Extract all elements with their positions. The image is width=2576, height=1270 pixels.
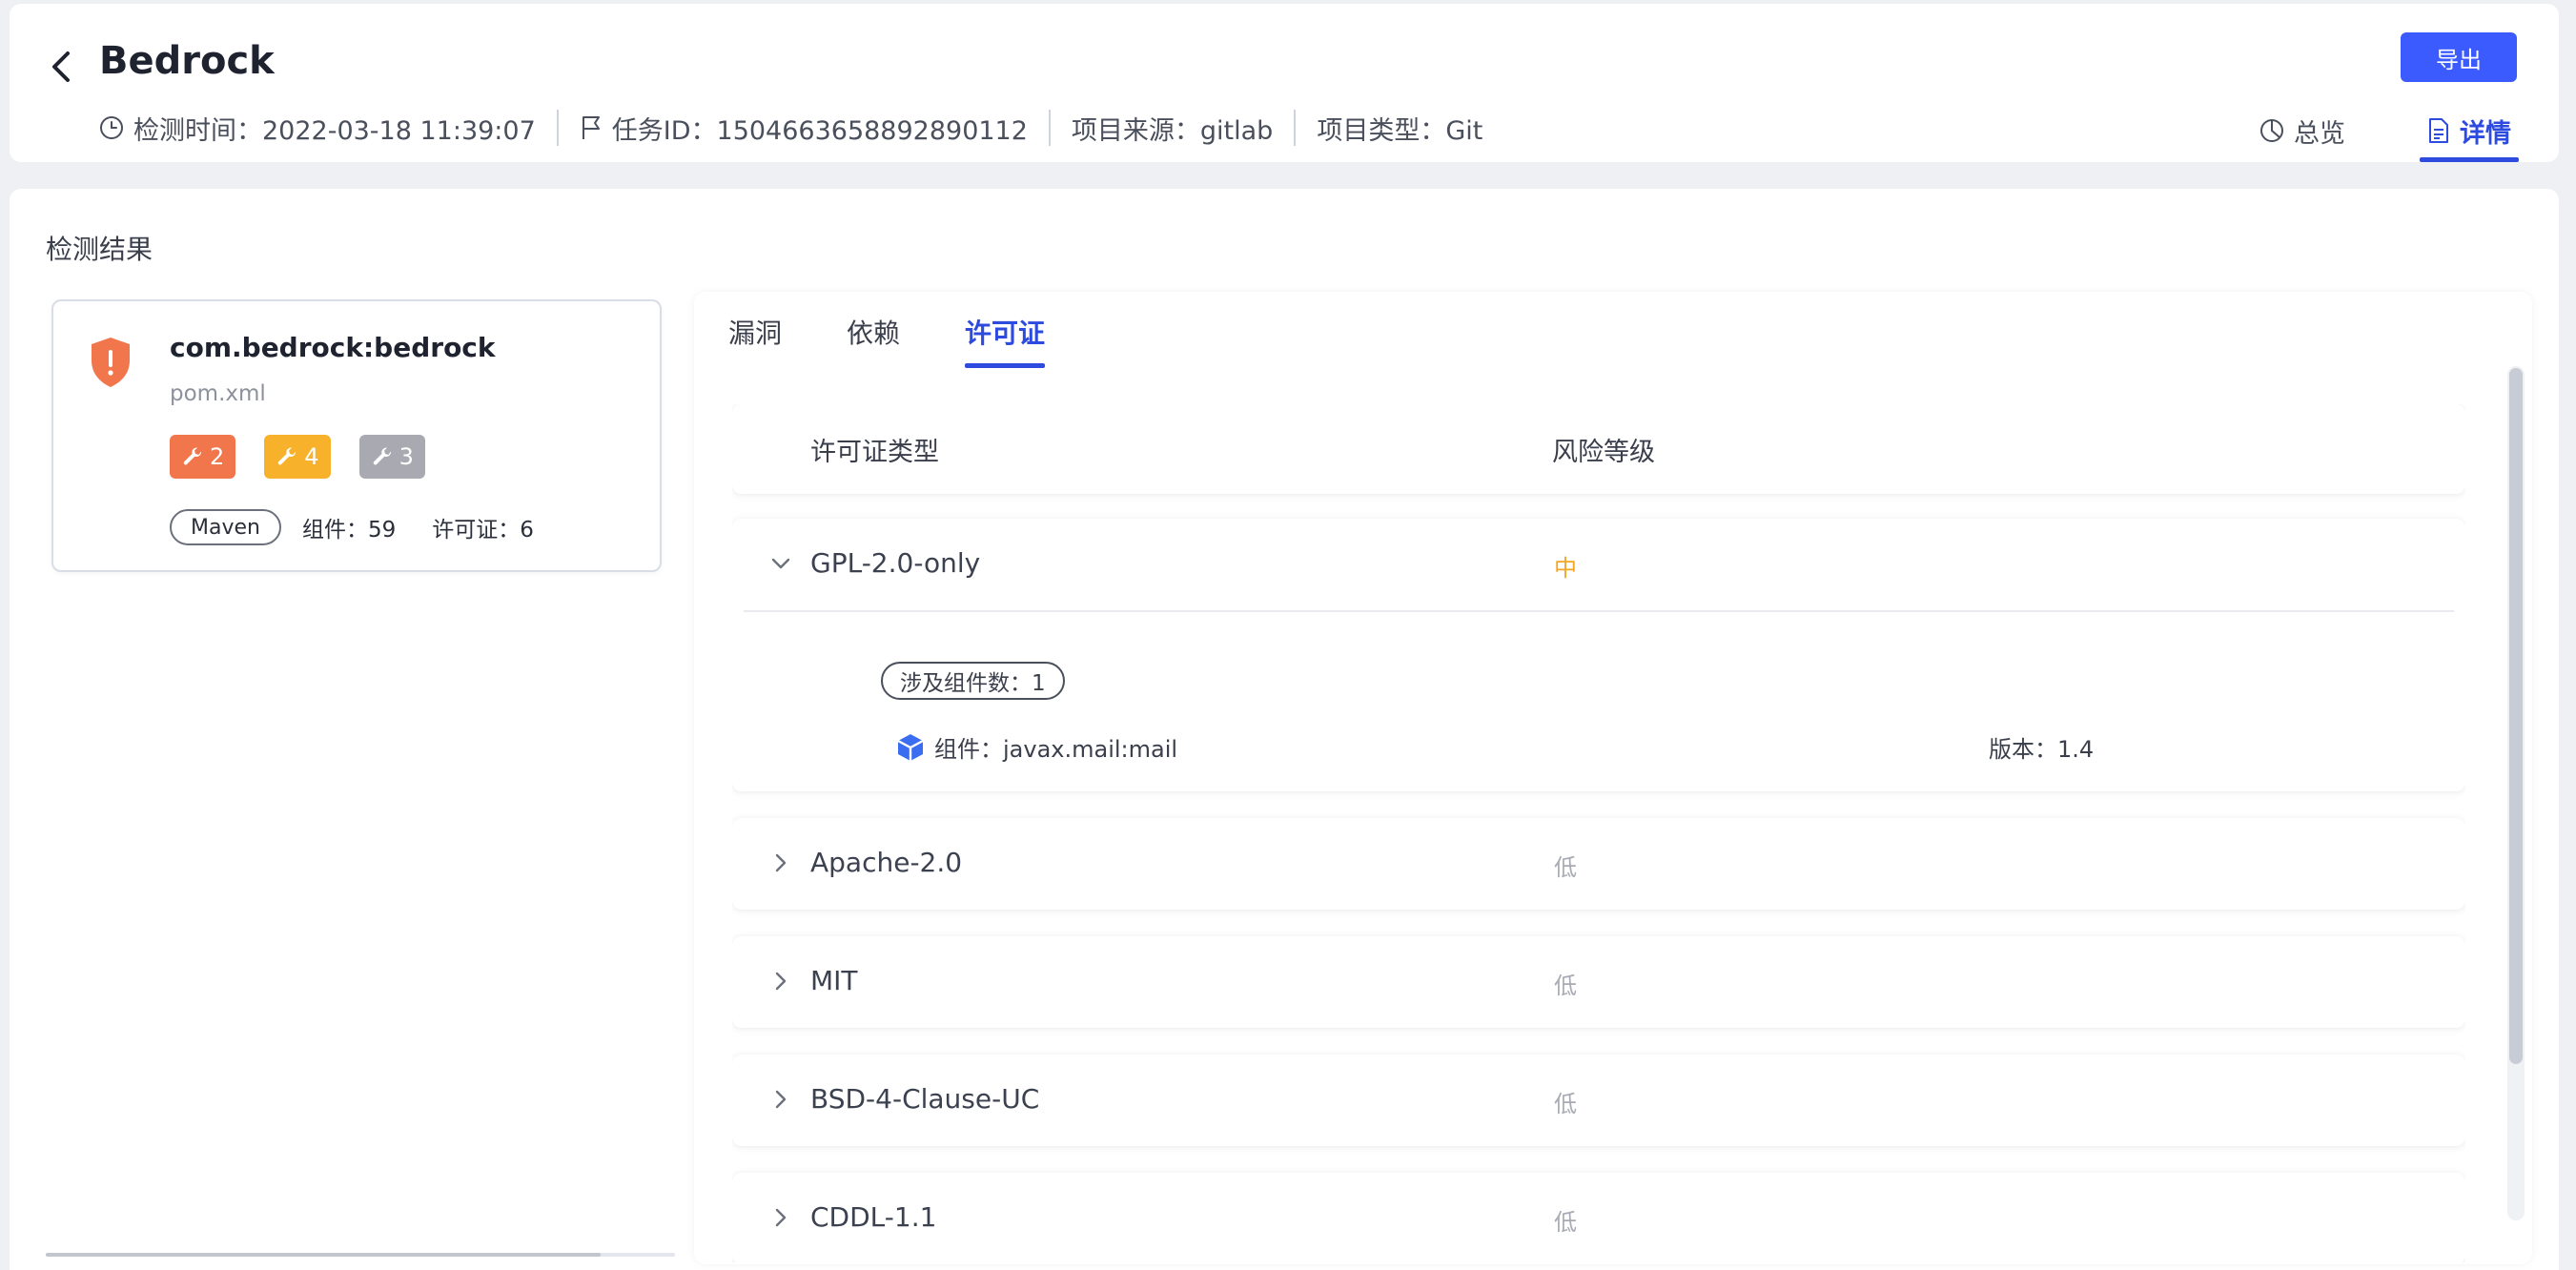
detail-tabs: 漏洞 依赖 许可证 [728, 313, 1046, 368]
risk-level: 低 [1554, 973, 1577, 999]
meta-source: 项目来源：gitlab [1072, 110, 1273, 147]
tab-overview[interactable]: 总览 [2256, 107, 2349, 154]
chevron-right-icon [768, 1087, 793, 1112]
view-tabs: 总览 详情 [2256, 107, 2519, 162]
row-toggle[interactable]: BSD-4-Clause-UC 低 [732, 1055, 2465, 1146]
detail-panel: 漏洞 依赖 许可证 许可证类型 风险等级 GPL-2.0-only 中 涉及组件… [694, 292, 2532, 1264]
component-name: 组件：javax.mail:mail [934, 736, 1178, 763]
chevron-right-icon [768, 1205, 793, 1230]
wrench-icon [373, 447, 391, 465]
divider [1294, 110, 1297, 146]
clock-icon [100, 116, 123, 139]
chevron-left-icon [52, 51, 70, 82]
license-name: CDDL-1.1 [810, 1201, 937, 1233]
flag-icon [582, 116, 600, 139]
table-row: Apache-2.0 低 [732, 818, 2465, 910]
wrench-icon [183, 447, 202, 465]
project-file: pom.xml [170, 381, 266, 406]
back-button[interactable] [38, 44, 84, 90]
tab-vulnerabilities[interactable]: 漏洞 [728, 313, 782, 364]
scrollbar-thumb[interactable] [46, 1253, 601, 1257]
tab-label: 详情 [2460, 118, 2511, 149]
tab-details[interactable]: 详情 [2420, 107, 2519, 162]
project-name: com.bedrock:bedrock [170, 332, 496, 363]
meta-type: 项目类型：Git [1317, 110, 1482, 147]
meta-row: 检测时间：2022-03-18 11:39:07 任务ID：1504663658… [99, 107, 1482, 149]
meta-text: 检测时间：2022-03-18 11:39:07 [133, 115, 536, 146]
divider [1048, 110, 1051, 146]
license-table: 许可证类型 风险等级 GPL-2.0-only 中 涉及组件数：1 组件：jav… [732, 404, 2465, 1262]
badge-mid: 4 [264, 435, 331, 479]
vertical-scrollbar[interactable] [2507, 366, 2525, 1220]
table-row: GPL-2.0-only 中 涉及组件数：1 组件：javax.mail:mai… [732, 519, 2465, 791]
component-stat: 组件：59 [301, 518, 397, 543]
divider [744, 610, 2454, 612]
risk-level: 低 [1554, 854, 1577, 881]
license-name: MIT [810, 965, 858, 996]
horizontal-scrollbar[interactable] [46, 1253, 675, 1257]
license-name: Apache-2.0 [810, 847, 963, 878]
severity-badges: 2 4 3 [170, 435, 425, 479]
tab-licenses[interactable]: 许可证 [965, 313, 1046, 368]
license-stat: 许可证：6 [432, 518, 534, 543]
meta-detect-time: 检测时间：2022-03-18 11:39:07 [99, 110, 536, 147]
table-header: 许可证类型 风险等级 [732, 404, 2465, 494]
risk-level: 低 [1554, 1091, 1577, 1117]
meta-text: 项目类型：Git [1317, 115, 1483, 146]
section-title: 检测结果 [46, 234, 153, 265]
page-header: Bedrock 检测时间：2022-03-18 11:39:07 任务ID：15… [10, 4, 2559, 162]
table-row: CDDL-1.1 低 [732, 1173, 2465, 1262]
badge-count: 3 [399, 443, 414, 470]
component-item: 组件：javax.mail:mail [896, 730, 1177, 764]
project-card[interactable]: com.bedrock:bedrock pom.xml 2 4 3 Maven … [51, 299, 662, 572]
row-toggle[interactable]: GPL-2.0-only 中 [732, 519, 2465, 610]
badge-low: 3 [358, 435, 425, 479]
chevron-right-icon [768, 969, 793, 993]
tab-dependencies[interactable]: 依赖 [847, 313, 900, 364]
shield-alert-icon [92, 338, 130, 387]
license-name: GPL-2.0-only [810, 547, 981, 579]
meta-text: 任务ID：1504663658892890112 [611, 115, 1028, 146]
row-toggle[interactable]: Apache-2.0 低 [732, 818, 2465, 910]
row-toggle[interactable]: CDDL-1.1 低 [732, 1173, 2465, 1262]
meta-text: 项目来源：gitlab [1071, 115, 1274, 146]
badge-count: 4 [304, 443, 319, 470]
risk-level: 低 [1554, 1209, 1577, 1236]
export-button[interactable]: 导出 [2401, 32, 2517, 82]
badge-high: 2 [170, 435, 236, 479]
package-type-tag: Maven [170, 509, 281, 545]
wrench-icon [278, 447, 296, 465]
column-header-license-type: 许可证类型 [810, 437, 939, 467]
chevron-right-icon [768, 850, 793, 875]
main-panel: 检测结果 com.bedrock:bedrock pom.xml 2 4 3 M… [10, 189, 2559, 1270]
project-footer: Maven 组件：59 许可证：6 [170, 509, 570, 545]
page-title: Bedrock [99, 39, 275, 83]
license-name: BSD-4-Clause-UC [810, 1083, 1040, 1115]
badge-count: 2 [210, 443, 225, 470]
divider [556, 110, 559, 146]
component-version: 版本：1.4 [1989, 736, 2095, 763]
scrollbar-thumb[interactable] [2509, 368, 2523, 1064]
table-row: MIT 低 [732, 936, 2465, 1028]
risk-level: 中 [1554, 555, 1577, 582]
column-header-risk-level: 风险等级 [1552, 437, 1655, 467]
table-row: BSD-4-Clause-UC 低 [732, 1055, 2465, 1146]
tab-label: 总览 [2294, 118, 2345, 149]
chevron-down-icon [768, 551, 793, 576]
document-icon [2429, 118, 2448, 143]
component-count-tag: 涉及组件数：1 [881, 662, 1065, 700]
pie-chart-icon [2260, 119, 2283, 142]
meta-task-id: 任务ID：1504663658892890112 [580, 110, 1028, 147]
row-toggle[interactable]: MIT 低 [732, 936, 2465, 1028]
cube-icon [897, 733, 924, 761]
